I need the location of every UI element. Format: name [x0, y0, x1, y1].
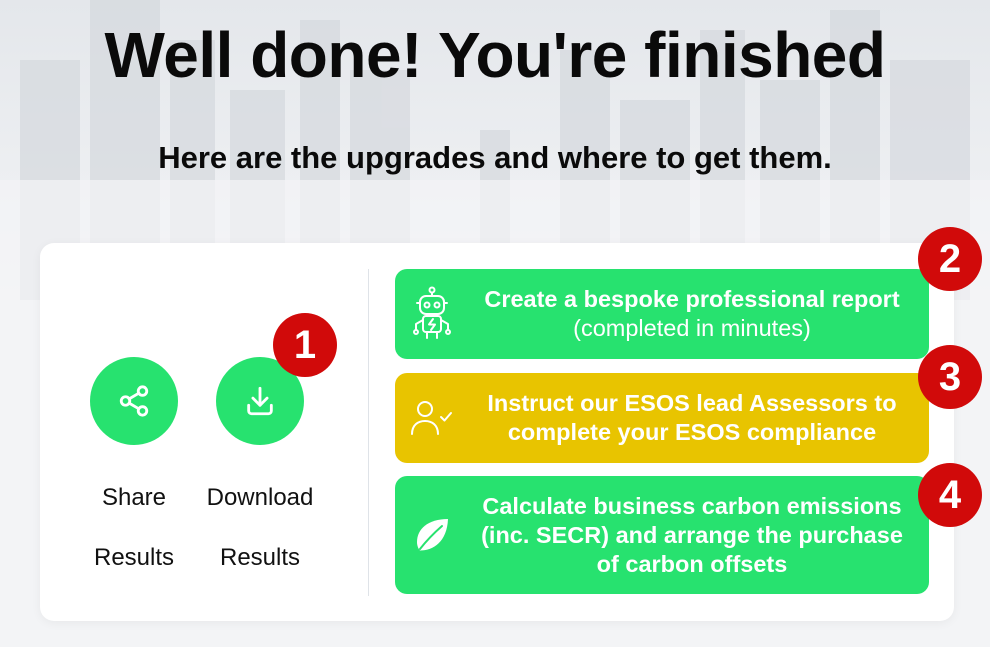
- download-icon: [247, 386, 273, 416]
- create-report-title: Create a bespoke professional report: [484, 286, 900, 312]
- step-badge-2: 2: [918, 227, 982, 291]
- download-results-label: Download Results: [200, 453, 320, 603]
- page-subtitle: Here are the upgrades and where to get t…: [158, 140, 832, 175]
- create-report-text: Create a bespoke professional report (co…: [469, 285, 929, 343]
- share-icon: [119, 385, 149, 417]
- share-results-button[interactable]: Share Results: [74, 357, 194, 603]
- vertical-divider: [368, 269, 369, 596]
- download-results-button[interactable]: Download Results: [200, 357, 320, 603]
- carbon-emissions-title: Calculate business carbon emissions (inc…: [481, 492, 903, 577]
- instruct-assessors-text: Instruct our ESOS lead Assessors to comp…: [469, 389, 929, 447]
- download-label-line2: Results: [219, 544, 301, 571]
- create-report-subtitle: (completed in minutes): [573, 315, 811, 341]
- leaf-icon: [395, 515, 469, 555]
- instruct-assessors-title: Instruct our ESOS lead Assessors to comp…: [487, 390, 897, 445]
- share-label-line1: Share: [101, 484, 167, 511]
- carbon-emissions-option[interactable]: Calculate business carbon emissions (inc…: [395, 476, 929, 594]
- step-badge-3: 3: [918, 345, 982, 409]
- share-label-line2: Results: [93, 544, 175, 571]
- step-badge-1: 1: [273, 313, 337, 377]
- robot-icon: [395, 286, 469, 342]
- create-report-option[interactable]: Create a bespoke professional report (co…: [395, 269, 929, 359]
- page-title: Well done! You're finished: [104, 19, 886, 91]
- user-check-icon: [395, 398, 469, 438]
- results-card: Share Results Download Results 1 Create …: [40, 227, 982, 621]
- step-badge-4: 4: [918, 463, 982, 527]
- download-label-line1: Download: [206, 484, 314, 511]
- share-results-label: Share Results: [74, 453, 194, 603]
- carbon-emissions-text: Calculate business carbon emissions (inc…: [469, 492, 929, 579]
- instruct-assessors-option[interactable]: Instruct our ESOS lead Assessors to comp…: [395, 373, 929, 463]
- share-button-circle[interactable]: [90, 357, 178, 445]
